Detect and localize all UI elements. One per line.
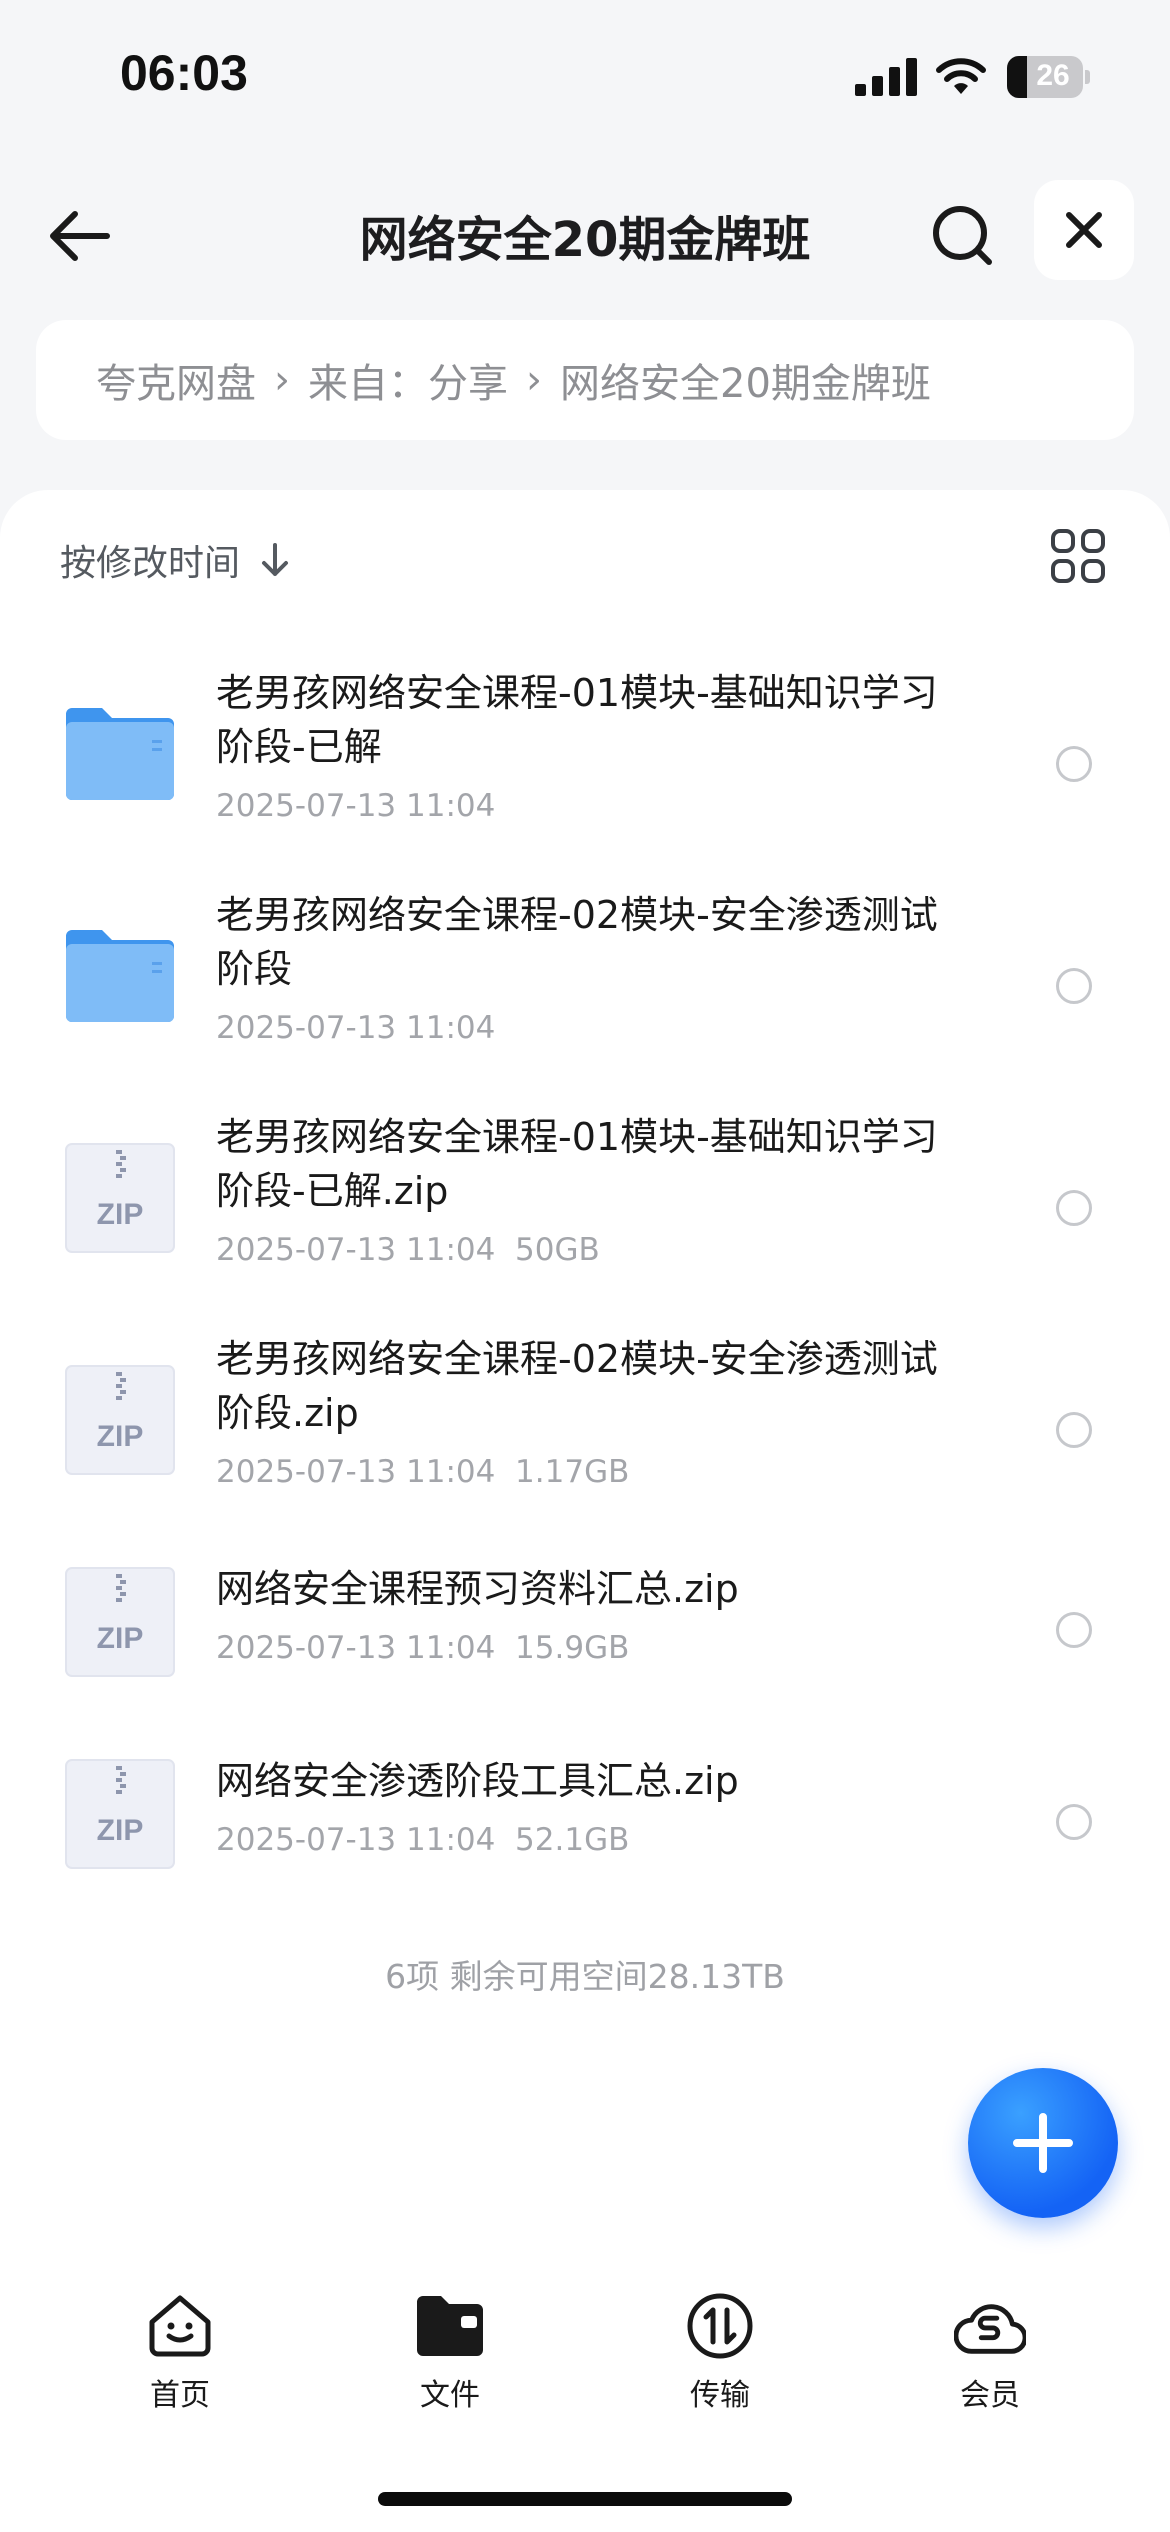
select-radio[interactable] bbox=[1056, 1612, 1092, 1648]
battery-level: 26 bbox=[1036, 59, 1070, 92]
tab-home[interactable]: 首页 bbox=[90, 2290, 270, 2430]
header: 网络安全20期金牌班 bbox=[0, 160, 1170, 300]
file-row[interactable]: 老男孩网络安全课程-02模块-安全渗透测试阶段 2025-07-13 11:04 bbox=[0, 882, 1170, 1092]
zip-icon: ZIP bbox=[65, 1365, 175, 1475]
smile-face-icon bbox=[144, 2290, 216, 2362]
file-meta: 2025-07-13 11:04 50GB bbox=[216, 1232, 600, 1268]
page-title: 网络安全20期金牌班 bbox=[359, 212, 811, 268]
arrow-down-icon bbox=[260, 542, 290, 578]
select-radio[interactable] bbox=[1056, 1804, 1092, 1840]
tab-label: 传输 bbox=[690, 2378, 750, 2413]
select-radio[interactable] bbox=[1056, 1412, 1092, 1448]
chevron-right-icon: › bbox=[274, 357, 290, 403]
tab-label: 首页 bbox=[150, 2378, 210, 2413]
tab-label: 会员 bbox=[960, 2378, 1020, 2413]
folder-icon bbox=[66, 930, 174, 1022]
back-button[interactable] bbox=[40, 200, 120, 272]
cloud-member-icon bbox=[954, 2290, 1026, 2362]
battery-icon: 26 bbox=[1007, 56, 1090, 98]
file-name: 老男孩网络安全课程-01模块-基础知识学习阶段-已解 bbox=[216, 671, 938, 769]
file-meta: 2025-07-13 11:04 bbox=[216, 1010, 496, 1046]
zip-icon: ZIP bbox=[65, 1143, 175, 1253]
file-name: 网络安全课程预习资料汇总.zip bbox=[216, 1567, 739, 1611]
select-radio[interactable] bbox=[1056, 746, 1092, 782]
wifi-icon bbox=[936, 58, 986, 94]
file-name: 老男孩网络安全课程-02模块-安全渗透测试阶段 bbox=[216, 893, 938, 991]
bottom-tab-bar: 首页 文件 传输 会员 bbox=[0, 2270, 1170, 2532]
file-name: 网络安全渗透阶段工具汇总.zip bbox=[216, 1759, 739, 1803]
file-row[interactable]: 老男孩网络安全课程-01模块-基础知识学习阶段-已解 2025-07-13 11… bbox=[0, 660, 1170, 870]
add-button[interactable] bbox=[968, 2068, 1118, 2218]
file-meta: 2025-07-13 11:04 15.9GB bbox=[216, 1630, 630, 1666]
zip-label: ZIP bbox=[97, 1420, 144, 1453]
zip-label: ZIP bbox=[97, 1814, 144, 1847]
search-button[interactable] bbox=[925, 198, 1001, 274]
close-icon bbox=[1066, 212, 1102, 248]
breadcrumb-root[interactable]: 夸克网盘 bbox=[96, 351, 256, 409]
file-row[interactable]: ZIP 老男孩网络安全课程-02模块-安全渗透测试阶段.zip 2025-07-… bbox=[0, 1326, 1170, 1536]
file-name: 老男孩网络安全课程-01模块-基础知识学习阶段-已解.zip bbox=[216, 1115, 938, 1213]
status-bar: 06:03 26 bbox=[0, 0, 1170, 150]
search-icon bbox=[933, 206, 992, 265]
breadcrumb-source[interactable]: 来自：分享 bbox=[308, 351, 508, 409]
breadcrumb-current[interactable]: 网络安全20期金牌班 bbox=[560, 351, 931, 409]
zip-icon: ZIP bbox=[65, 1567, 175, 1677]
file-row[interactable]: ZIP 网络安全课程预习资料汇总.zip 2025-07-13 11:04 15… bbox=[0, 1548, 1170, 1728]
chevron-right-icon: › bbox=[526, 357, 542, 403]
tab-files[interactable]: 文件 bbox=[360, 2290, 540, 2430]
breadcrumb: 夸克网盘 › 来自：分享 › 网络安全20期金牌班 bbox=[36, 320, 1134, 440]
file-row[interactable]: ZIP 老男孩网络安全课程-01模块-基础知识学习阶段-已解.zip 2025-… bbox=[0, 1104, 1170, 1314]
transfer-icon bbox=[684, 2290, 756, 2362]
sort-label: 按修改时间 bbox=[60, 543, 241, 584]
zip-label: ZIP bbox=[97, 1198, 144, 1231]
zip-label: ZIP bbox=[97, 1622, 144, 1655]
sort-button[interactable]: 按修改时间 bbox=[60, 530, 290, 590]
file-name: 老男孩网络安全课程-02模块-安全渗透测试阶段.zip bbox=[216, 1337, 938, 1435]
file-meta: 2025-07-13 11:04 52.1GB bbox=[216, 1822, 630, 1858]
storage-summary: 6项 剩余可用空间28.13TB bbox=[385, 1957, 785, 1996]
tab-transfer[interactable]: 传输 bbox=[630, 2290, 810, 2430]
arrow-left-icon bbox=[50, 211, 110, 261]
folder-icon bbox=[414, 2290, 486, 2362]
home-indicator[interactable] bbox=[378, 2492, 792, 2506]
file-list-card: 按修改时间 老男孩网络安全课程-01模块-基础知识学习阶段-已解 2025-07… bbox=[0, 490, 1170, 2532]
select-radio[interactable] bbox=[1056, 968, 1092, 1004]
signal-icon bbox=[855, 58, 917, 96]
select-radio[interactable] bbox=[1056, 1190, 1092, 1226]
file-row[interactable]: ZIP 网络安全渗透阶段工具汇总.zip 2025-07-13 11:04 52… bbox=[0, 1740, 1170, 1920]
grid-view-icon[interactable] bbox=[1050, 528, 1106, 584]
status-time: 06:03 bbox=[120, 45, 248, 101]
tab-member[interactable]: 会员 bbox=[900, 2290, 1080, 2430]
file-meta: 2025-07-13 11:04 bbox=[216, 788, 496, 824]
file-meta: 2025-07-13 11:04 1.17GB bbox=[216, 1454, 630, 1490]
plus-icon bbox=[1013, 2113, 1073, 2173]
zip-icon: ZIP bbox=[65, 1759, 175, 1869]
folder-icon bbox=[66, 708, 174, 800]
tab-label: 文件 bbox=[420, 2378, 480, 2413]
close-button[interactable] bbox=[1034, 180, 1134, 280]
